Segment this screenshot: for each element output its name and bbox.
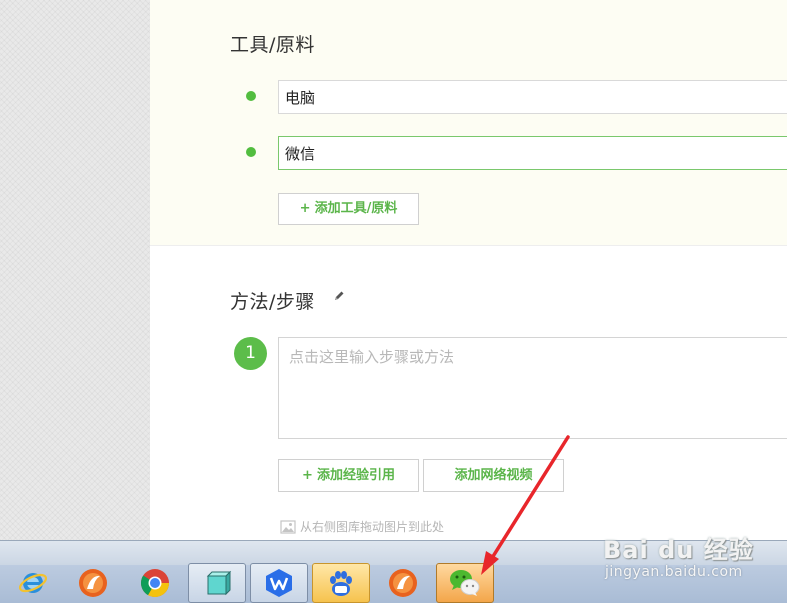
ie-icon: [18, 573, 48, 593]
image-hint-text: 从右侧图库拖动图片到此处: [300, 520, 445, 534]
step-input[interactable]: [278, 337, 787, 439]
image-icon: [280, 520, 296, 534]
bullet-dot: [246, 91, 256, 101]
plus-icon: +: [299, 201, 311, 216]
cube-icon: [206, 570, 232, 596]
image-drop-hint: 从右侧图库拖动图片到此处: [280, 518, 444, 535]
wps-icon: [266, 569, 292, 597]
step-number-badge: 1: [234, 337, 267, 370]
taskbar-browser-2[interactable]: [374, 563, 432, 603]
tool-input-1[interactable]: [278, 80, 787, 114]
browser-icon: [389, 569, 417, 597]
bullet-dot: [246, 147, 256, 157]
tool-input-2[interactable]: [278, 136, 787, 170]
wechat-icon: [450, 570, 480, 596]
browser-icon: [79, 569, 107, 597]
add-tool-label: 添加工具/原料: [314, 201, 398, 216]
taskbar-ie[interactable]: [4, 563, 62, 603]
tools-section-title: 工具/原料: [230, 34, 315, 56]
add-video-label: 添加网络视频: [454, 468, 533, 483]
baidu-icon: [330, 571, 352, 596]
left-background: [0, 0, 150, 540]
taskbar-wechat[interactable]: [436, 563, 494, 603]
taskbar-wps[interactable]: [250, 563, 308, 603]
add-tool-button[interactable]: + 添加工具/原料: [278, 193, 419, 225]
add-video-button[interactable]: 添加网络视频: [423, 459, 564, 492]
watermark-brand: Bai du 经验: [603, 536, 754, 564]
plus-icon: +: [302, 468, 313, 483]
steps-section-title: 方法/步骤: [230, 291, 315, 313]
taskbar-baidu[interactable]: [312, 563, 370, 603]
watermark-url: jingyan.baidu.com: [605, 564, 743, 580]
add-reference-button[interactable]: + 添加经验引用: [278, 459, 419, 492]
taskbar-browser-1[interactable]: [64, 563, 122, 603]
add-reference-label: 添加经验引用: [316, 468, 395, 483]
pencil-icon[interactable]: [333, 290, 345, 302]
taskbar-chrome[interactable]: [126, 563, 184, 603]
chrome-icon: [141, 569, 169, 597]
taskbar-cube-app[interactable]: [188, 563, 246, 603]
